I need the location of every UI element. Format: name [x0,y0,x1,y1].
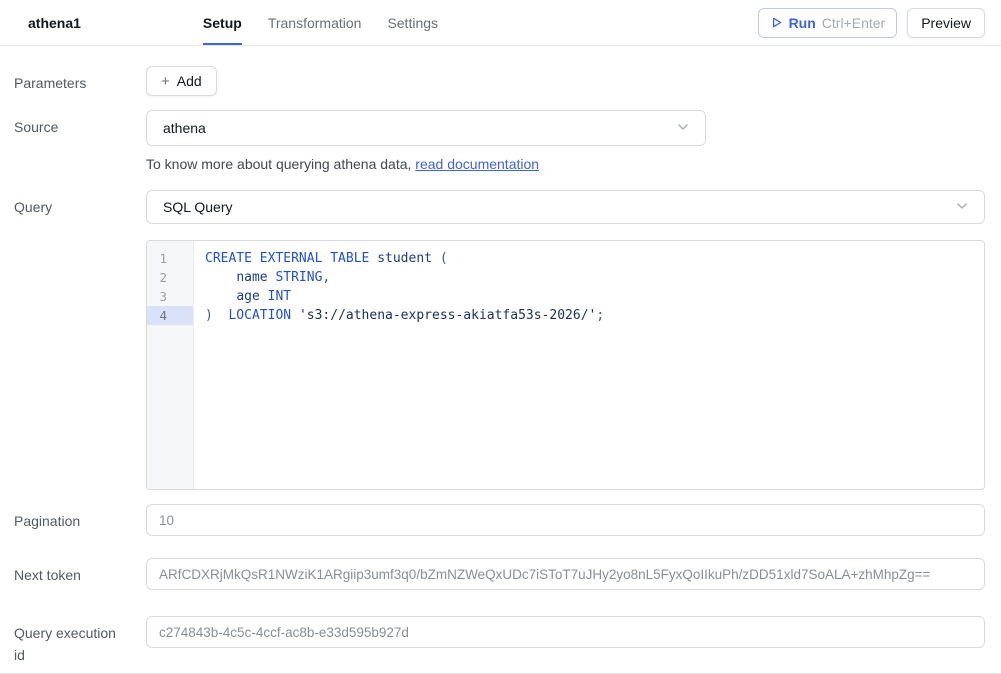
query-editor-panel: athena1 Setup Transformation Settings Ru… [0,0,1001,674]
read-documentation-link[interactable]: read documentation [415,156,539,172]
query-execution-id-label: Query execution id [14,616,146,666]
code-line[interactable]: 2 name STRING, [147,268,984,287]
code-line[interactable]: 1CREATE EXTERNAL TABLE student ( [147,249,984,268]
tab-settings[interactable]: Settings [387,0,438,45]
add-label: Add [177,73,202,89]
source-select-value: athena [163,120,206,136]
parameters-row: Parameters + Add [14,66,985,96]
sql-code-editor[interactable]: 1CREATE EXTERNAL TABLE student (2 name S… [146,240,985,490]
chevron-down-icon [675,119,691,138]
setup-form: Parameters + Add Source athena To know m… [0,46,1001,673]
query-execution-id-row: Query execution id [14,616,985,666]
header: athena1 Setup Transformation Settings Ru… [0,0,1001,46]
code-text: ) LOCATION 's3://athena-express-akiatfa5… [193,306,604,325]
header-actions: Run Ctrl+Enter Preview [758,0,985,45]
run-label: Run [789,15,816,31]
code-lines: 1CREATE EXTERNAL TABLE student (2 name S… [147,249,984,325]
next-token-row: Next token [14,558,985,590]
source-select[interactable]: athena [146,110,706,146]
query-execution-id-input[interactable] [146,616,985,648]
source-help-text: To know more about querying athena data,… [146,154,985,174]
line-number: 4 [147,306,193,325]
query-name[interactable]: athena1 [28,15,81,31]
tab-bar: Setup Transformation Settings [203,0,438,45]
chevron-down-icon [954,198,970,217]
line-number: 1 [147,249,193,268]
code-line[interactable]: 3 age INT [147,287,984,306]
help-text: To know more about querying athena data, [146,156,415,172]
pagination-input[interactable] [146,504,985,536]
play-icon [770,16,783,29]
parameters-label: Parameters [14,66,146,96]
line-number: 2 [147,268,193,287]
code-text: name STRING, [193,268,330,287]
add-parameter-button[interactable]: + Add [146,66,217,96]
code-text: age INT [193,287,291,306]
tab-setup[interactable]: Setup [203,0,242,45]
query-mode-select[interactable]: SQL Query [146,190,985,224]
pagination-label: Pagination [14,504,146,536]
query-mode-value: SQL Query [163,199,233,215]
next-token-input[interactable] [146,558,985,590]
code-line[interactable]: 4) LOCATION 's3://athena-express-akiatfa… [147,306,984,325]
run-button[interactable]: Run Ctrl+Enter [758,8,898,38]
line-number: 3 [147,287,193,306]
run-shortcut: Ctrl+Enter [822,15,885,31]
next-token-label: Next token [14,558,146,590]
query-label: Query [14,190,146,490]
source-label: Source [14,110,146,174]
code-text: CREATE EXTERNAL TABLE student ( [193,249,448,268]
query-row: Query SQL Query 1CREATE EXTERNAL TABLE s… [14,190,985,490]
source-row: Source athena To know more about queryin… [14,110,985,174]
pagination-row: Pagination [14,504,985,536]
plus-icon: + [161,73,170,90]
preview-button[interactable]: Preview [907,8,985,38]
tab-transformation[interactable]: Transformation [268,0,362,45]
